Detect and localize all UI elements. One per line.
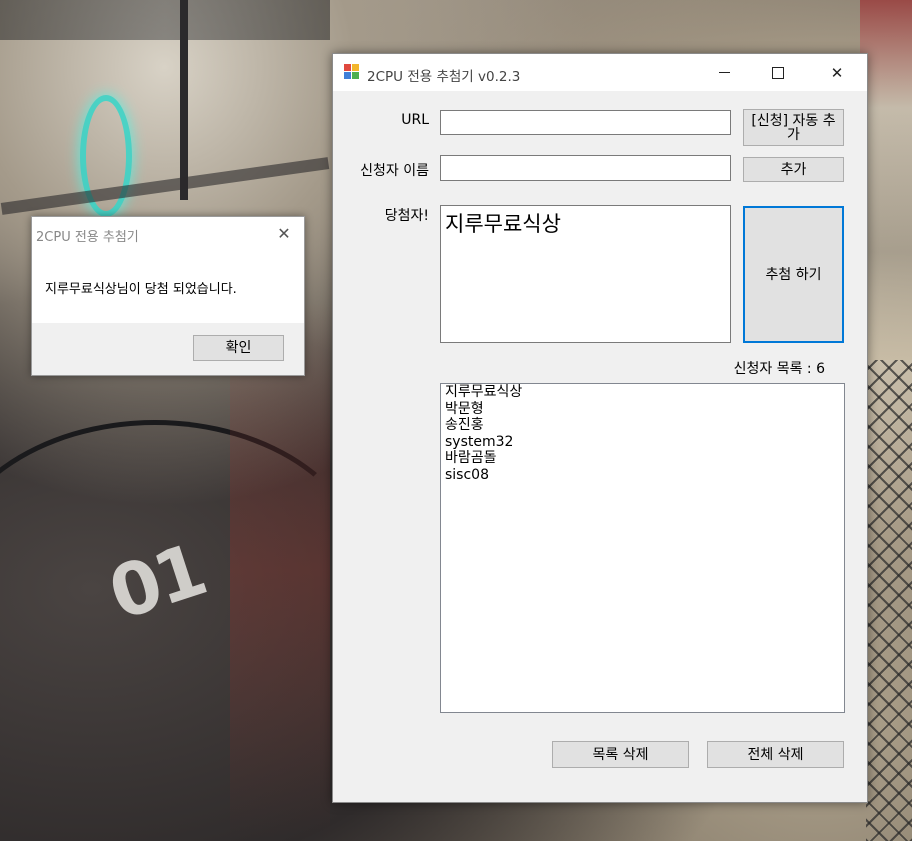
close-icon: ✕ bbox=[277, 223, 291, 243]
dialog-title: 2CPU 전용 추첨기 bbox=[36, 230, 139, 245]
dialog-footer: 확인 bbox=[32, 323, 304, 375]
auto-add-button[interactable]: [신청] 자동 추가 bbox=[743, 109, 844, 146]
list-item[interactable]: sisc08 bbox=[441, 467, 844, 484]
title-bar[interactable]: 2CPU 전용 추첨기 v0.2.3 ✕ bbox=[333, 54, 867, 91]
minimize-icon bbox=[718, 72, 730, 73]
draw-button[interactable]: 추첨 하기 bbox=[743, 206, 844, 343]
app-icon bbox=[344, 64, 360, 80]
dialog-ok-button[interactable]: 확인 bbox=[193, 335, 284, 361]
close-icon: ✕ bbox=[830, 63, 844, 82]
wallpaper-red-tint bbox=[230, 300, 330, 840]
draw-button-label: 추첨 하기 bbox=[765, 266, 822, 283]
close-button[interactable]: ✕ bbox=[814, 54, 860, 91]
result-dialog: 2CPU 전용 추첨기 ✕ 지루무료식상님이 당첨 되었습니다. 확인 bbox=[31, 216, 305, 376]
winner-name: 지루무료식상 bbox=[445, 212, 561, 236]
delete-all-button[interactable]: 전체 삭제 bbox=[707, 741, 844, 768]
url-label: URL bbox=[401, 112, 429, 128]
winner-textbox[interactable]: 지루무료식상 bbox=[440, 205, 731, 343]
applicant-listbox[interactable]: 지루무료식상 박문형 송진홍 system32 바람곰돌 sisc08 bbox=[440, 383, 845, 713]
wallpaper-beam bbox=[0, 157, 330, 215]
auto-add-label: [신청] 자동 추가 bbox=[751, 112, 836, 143]
list-item[interactable]: 박문형 bbox=[441, 401, 844, 418]
list-item[interactable]: 바람곰돌 bbox=[441, 450, 844, 467]
maximize-icon bbox=[772, 66, 784, 79]
applicant-name-label: 신청자 이름 bbox=[360, 163, 429, 179]
url-input[interactable] bbox=[440, 110, 731, 135]
list-item[interactable]: system32 bbox=[441, 434, 844, 451]
dialog-close-button[interactable]: ✕ bbox=[266, 217, 302, 249]
maximize-button[interactable] bbox=[755, 54, 801, 91]
wallpaper-pole bbox=[180, 0, 188, 200]
dialog-ok-label: 확인 bbox=[225, 340, 252, 356]
applicant-name-input[interactable] bbox=[440, 155, 731, 181]
wallpaper-dark-band bbox=[0, 0, 330, 40]
applicant-count-label: 신청자 목록 : 6 bbox=[733, 361, 825, 377]
delete-all-label: 전체 삭제 bbox=[747, 746, 804, 763]
winner-label: 당첨자! bbox=[384, 208, 429, 224]
delete-list-button[interactable]: 목록 삭제 bbox=[552, 741, 689, 768]
list-item[interactable]: 송진홍 bbox=[441, 417, 844, 434]
wallpaper-fence bbox=[866, 360, 912, 841]
minimize-button[interactable] bbox=[701, 54, 747, 91]
add-button-label: 추가 bbox=[780, 161, 807, 178]
main-window: 2CPU 전용 추첨기 v0.2.3 ✕ URL [신청] 자동 추가 신청자 … bbox=[332, 53, 868, 803]
window-title: 2CPU 전용 추첨기 v0.2.3 bbox=[367, 69, 521, 85]
add-button[interactable]: 추가 bbox=[743, 157, 844, 182]
applicant-list: 지루무료식상 박문형 송진홍 system32 바람곰돌 sisc08 bbox=[441, 384, 844, 483]
list-item[interactable]: 지루무료식상 bbox=[441, 384, 844, 401]
dialog-message: 지루무료식상님이 당첨 되었습니다. bbox=[45, 282, 237, 297]
delete-list-label: 목록 삭제 bbox=[592, 746, 649, 763]
